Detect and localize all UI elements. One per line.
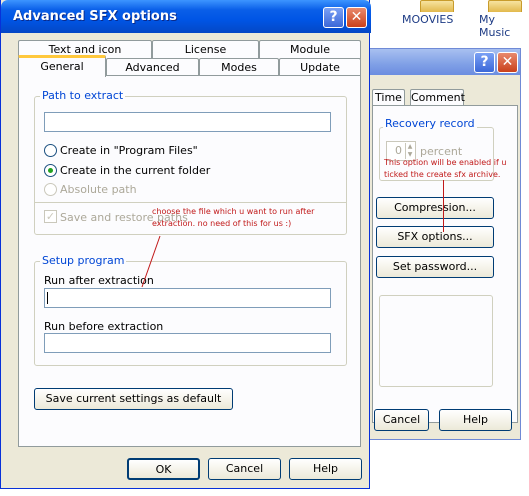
moovies-icon-label[interactable]: MOOVIES [402,13,453,26]
tab-license[interactable]: License [152,40,259,59]
ok-button[interactable]: OK [127,458,200,480]
run-before-input[interactable] [44,333,331,353]
recovery-percent-value: 0 [395,144,402,157]
help-icon[interactable]: ? [323,7,344,28]
setup-program-label: Setup program [40,254,127,267]
radio-current-folder[interactable] [44,164,57,177]
path-input[interactable] [44,112,331,132]
my-music-folder-icon[interactable] [488,0,522,12]
run-before-label: Run before extraction [44,320,164,333]
radio-program-files-label[interactable]: Create in "Program Files" [60,144,198,157]
radio-absolute-path-label[interactable]: Absolute path [60,183,137,196]
run-after-label: Run after extraction [44,274,154,287]
help-icon[interactable]: ? [474,52,495,73]
help-button[interactable]: Help [289,458,362,480]
moovies-folder-icon[interactable] [420,0,454,12]
radio-absolute-path[interactable] [44,183,57,196]
cancel-button[interactable]: Cancel [208,458,281,480]
dialog-titlebar: Advanced SFX options ? ✕ [1,0,371,33]
radio-program-files[interactable] [44,144,57,157]
close-icon[interactable]: ✕ [497,52,518,73]
save-default-button[interactable]: Save current settings as default [34,388,233,410]
my-music-icon-label[interactable]: My Music [479,13,529,39]
run-after-input[interactable] [44,288,331,308]
close-icon[interactable]: ✕ [346,7,367,28]
path-to-extract-label: Path to extract [40,89,126,102]
sfx-options-button[interactable]: SFX options... [376,226,494,248]
help-button-bg[interactable]: Help [439,409,512,431]
run-after-annotation-line2: extraction. no need of this for us :) [152,219,292,228]
run-after-annotation-line1: choose the file which u want to run afte… [152,207,315,216]
dialog-title: Advanced SFX options [13,9,177,24]
compression-button[interactable]: Compression... [376,197,494,219]
recovery-record-label: Recovery record [383,117,477,130]
background-archive-window: ? ✕ Time Comment Recovery record 0 ▲ ▼ pe… [369,48,521,440]
annotation-arrow-line [443,180,444,232]
save-restore-paths-checkbox[interactable]: ✓ [44,210,57,223]
radio-current-folder-label[interactable]: Create in the current folder [60,164,210,177]
tab-general[interactable]: General [18,55,106,77]
recovery-annotation-line1: This option will be enabled if u [384,158,507,167]
tab-time[interactable]: Time [372,89,405,106]
empty-groupbox [379,295,493,387]
tab-module[interactable]: Module [259,40,361,59]
background-window-titlebar: ? ✕ [370,49,520,75]
tab-comment[interactable]: Comment [410,89,465,106]
advanced-sfx-dialog: Advanced SFX options ? ✕ Text and icon L… [0,0,371,489]
cancel-button-bg[interactable]: Cancel [374,409,429,431]
text-cursor [47,292,48,304]
path-group-divider [35,202,346,203]
set-password-button[interactable]: Set password... [376,256,494,278]
